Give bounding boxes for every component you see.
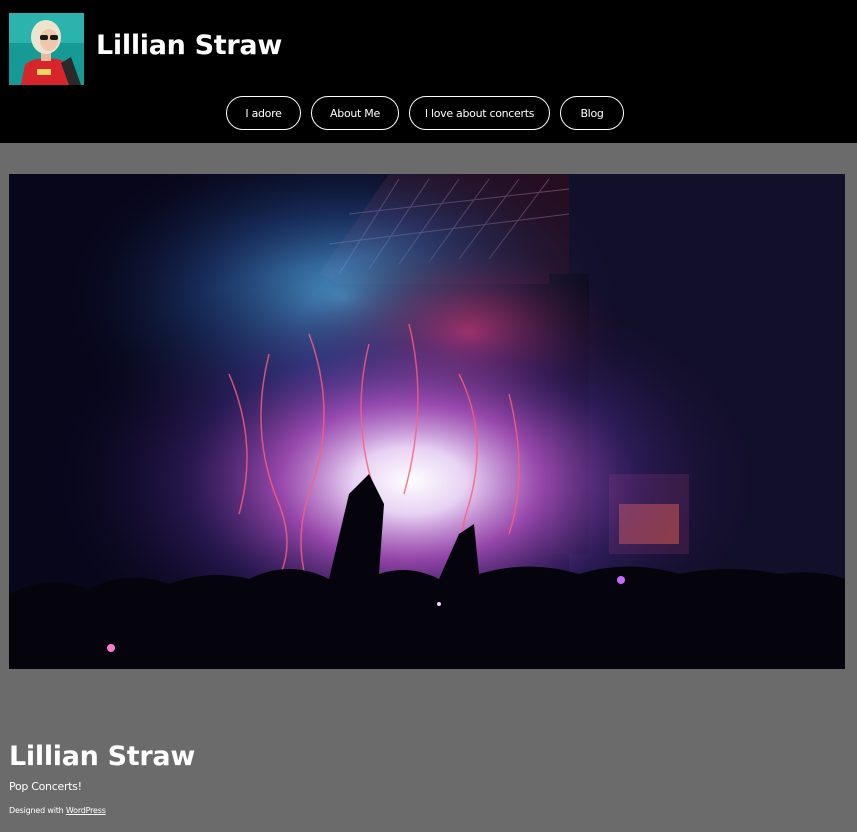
footer-credit: Designed with WordPress (9, 806, 106, 815)
site-header: Lillian Straw I adore About Me I love ab… (0, 0, 857, 143)
nav-item-about-me[interactable]: About Me (311, 96, 399, 130)
primary-nav: I adore About Me I love about concerts B… (226, 96, 624, 130)
footer-site-title[interactable]: Lillian Straw (9, 741, 195, 772)
nav-item-blog[interactable]: Blog (560, 96, 624, 130)
footer-tagline: Pop Concerts! (9, 780, 82, 793)
wordpress-link[interactable]: WordPress (66, 806, 106, 815)
credit-prefix: Designed with (9, 806, 66, 815)
site-logo-avatar[interactable] (9, 13, 84, 85)
hero-concert-image (9, 174, 845, 669)
site-title[interactable]: Lillian Straw (96, 30, 282, 61)
nav-item-i-adore[interactable]: I adore (226, 96, 301, 130)
avatar-image (9, 13, 84, 85)
concert-stage-illustration (9, 174, 845, 669)
nav-item-i-love-about-concerts[interactable]: I love about concerts (409, 96, 550, 130)
